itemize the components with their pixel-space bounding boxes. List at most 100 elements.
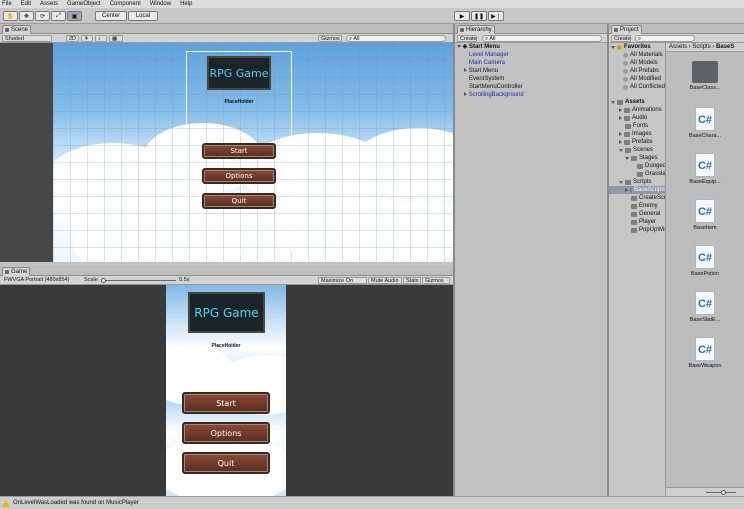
favorites-item[interactable]: All Conflicted: [623, 83, 665, 91]
scale-tool-icon[interactable]: ⤢: [51, 11, 66, 21]
favorites-item[interactable]: All Models: [623, 59, 658, 67]
breadcrumb-item[interactable]: BaseS: [716, 44, 734, 50]
stats-toggle[interactable]: Stats: [403, 277, 421, 284]
breadcrumb-item[interactable]: Scripts: [692, 44, 710, 50]
folder-icon: [625, 147, 631, 153]
folder-item[interactable]: Fonts: [625, 122, 648, 130]
hierarchy-item[interactable]: EventSystem: [455, 75, 504, 83]
folder-item[interactable]: Stages: [625, 154, 658, 162]
menu-component[interactable]: Component: [110, 1, 141, 7]
breadcrumb-item[interactable]: Assets: [669, 44, 687, 50]
pivot-local-button[interactable]: Local: [128, 11, 158, 21]
asset-script[interactable]: C# BaseItem: [685, 199, 725, 231]
mode-2d-toggle[interactable]: 2D: [66, 35, 79, 42]
rotate-tool-icon[interactable]: ⟳: [35, 11, 50, 21]
scale-slider[interactable]: [102, 280, 176, 281]
gizmos-dropdown[interactable]: Gizmos: [318, 35, 342, 42]
shading-dropdown[interactable]: Shaded: [2, 35, 52, 42]
asset-script[interactable]: C# BaseEquip...: [685, 153, 725, 185]
hierarchy-item[interactable]: StartMenuController: [455, 83, 523, 91]
play-icon[interactable]: ▶: [454, 11, 470, 21]
assets-header[interactable]: Assets: [611, 98, 645, 106]
quit-button[interactable]: Quit: [202, 193, 276, 209]
hierarchy-item[interactable]: Start Menu: [455, 67, 498, 75]
favorites-item[interactable]: All Prefabs: [623, 67, 659, 75]
hierarchy-item[interactable]: Main Camera: [455, 59, 505, 67]
project-control-bar: Create ⌕: [609, 34, 744, 43]
audio-toggle-icon[interactable]: ♪: [95, 35, 107, 42]
hierarchy-item[interactable]: ScrollingBackground: [455, 91, 524, 99]
menu-window[interactable]: Window: [150, 1, 171, 7]
scale-slider-handle[interactable]: [101, 278, 106, 283]
hierarchy-item[interactable]: Level Manager: [455, 51, 509, 59]
scene-view[interactable]: RPG Game PlaceHolder Start Options Quit: [0, 43, 453, 262]
menu-assets[interactable]: Assets: [40, 1, 58, 7]
folder-item[interactable]: Prefabs: [619, 138, 653, 146]
tab-scene[interactable]: Scene: [2, 25, 32, 34]
asset-script[interactable]: C# BaseStatE...: [685, 291, 725, 323]
hand-tool-icon[interactable]: ✋: [3, 11, 18, 21]
folder-item[interactable]: Animations: [619, 106, 662, 114]
step-icon[interactable]: ▶❘: [488, 11, 504, 21]
game-gizmos-dropdown[interactable]: Gizmos: [422, 277, 450, 284]
folder-item[interactable]: General: [631, 210, 660, 218]
aspect-dropdown[interactable]: FWVGA Portrait (480x854): [2, 277, 80, 284]
csharp-script-icon: C#: [695, 337, 715, 361]
folder-item[interactable]: PopUpWindow: [631, 226, 665, 234]
tab-project[interactable]: Project: [611, 25, 642, 34]
game-view[interactable]: RPG Game PlaceHolder Start Options Quit: [0, 285, 453, 496]
hierarchy-search-input[interactable]: ⌕ All: [482, 35, 602, 42]
icon-size-slider-handle[interactable]: [721, 490, 726, 495]
game-quit-button[interactable]: Quit: [182, 452, 270, 474]
folder-item[interactable]: Scenes: [619, 146, 653, 154]
scene-root[interactable]: ◈ Start Menu: [455, 43, 500, 51]
folder-item[interactable]: Dungeon: [637, 162, 665, 170]
hierarchy-create-dropdown[interactable]: Create: [457, 35, 477, 42]
folder-icon: [617, 99, 623, 105]
start-button[interactable]: Start: [202, 143, 276, 159]
game-start-button[interactable]: Start: [182, 392, 270, 414]
pause-icon[interactable]: ❚❚: [471, 11, 487, 21]
pivot-center-button[interactable]: Center: [95, 11, 127, 21]
folder-item[interactable]: Grassland: [637, 170, 665, 178]
folder-icon: [625, 123, 631, 129]
menu-help[interactable]: Help: [180, 1, 192, 7]
asset-script[interactable]: C# BaseWeapon: [685, 337, 725, 369]
folder-item[interactable]: Audio: [619, 114, 647, 122]
tab-hierarchy[interactable]: Hierarchy: [457, 25, 495, 34]
effects-dropdown-icon[interactable]: ▦: [109, 35, 123, 42]
maximize-on-play-toggle[interactable]: Maximize On Play: [318, 277, 367, 291]
tab-game[interactable]: Game: [2, 267, 31, 276]
main-toolbar: ✋ ✥ ⟳ ⤢ ▣ Center Local ▶ ❚❚ ▶❘: [0, 8, 744, 24]
warning-icon: [2, 499, 10, 507]
game-options-button[interactable]: Options: [182, 422, 270, 444]
folder-label: Scripts: [633, 179, 652, 185]
lighting-toggle-icon[interactable]: ☀: [81, 35, 93, 42]
folder-item[interactable]: Scripts: [619, 178, 651, 186]
scene-search-input[interactable]: ⌕ All: [346, 35, 446, 42]
project-search-input[interactable]: ⌕: [635, 35, 695, 42]
menu-edit[interactable]: Edit: [21, 1, 31, 7]
folder-item[interactable]: Images: [619, 130, 652, 138]
status-bar[interactable]: OnLevelWasLoaded was found on MusicPlaye…: [0, 496, 744, 509]
folder-item[interactable]: Enemy: [631, 202, 658, 210]
move-tool-icon[interactable]: ✥: [19, 11, 34, 21]
folder-item[interactable]: CreateScripts: [631, 194, 665, 202]
favorites-header[interactable]: Favorites: [611, 43, 651, 51]
menu-gameobject[interactable]: GameObject: [67, 1, 101, 7]
favorites-item[interactable]: All Materials: [623, 51, 663, 59]
options-button[interactable]: Options: [202, 168, 276, 184]
folder-icon: [624, 131, 630, 137]
menu-file[interactable]: File: [2, 1, 12, 7]
asset-script[interactable]: C# BasePotion: [685, 245, 725, 277]
hierarchy-panel: ◈ Start Menu Level Manager Main Camera S…: [455, 43, 607, 496]
folder-item-selected[interactable]: BaseScripts: [609, 186, 665, 194]
favorites-item[interactable]: All Modified: [623, 75, 661, 83]
mute-audio-toggle[interactable]: Mute Audio: [368, 277, 402, 284]
project-create-dropdown[interactable]: Create: [611, 35, 631, 42]
asset-folder[interactable]: BaseClass...: [685, 61, 725, 91]
rect-tool-icon[interactable]: ▣: [67, 11, 82, 21]
asset-script[interactable]: C# BaseChara...: [685, 107, 725, 139]
folder-item[interactable]: Player: [631, 218, 656, 226]
hierarchy-search-label: All: [489, 36, 496, 42]
